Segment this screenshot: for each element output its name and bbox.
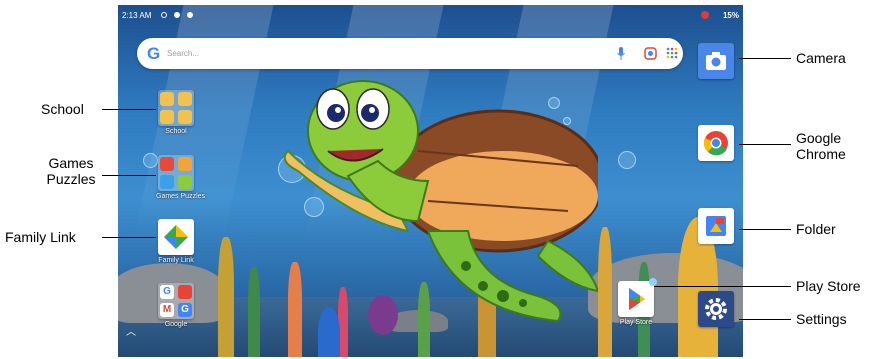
folder-app[interactable] bbox=[696, 208, 736, 244]
folder-icon bbox=[698, 208, 734, 244]
callout-chrome: Google Chrome bbox=[796, 130, 846, 162]
callout-play-store: Play Store bbox=[796, 278, 861, 294]
callout-games-line2: Puzzles bbox=[46, 171, 96, 187]
annotated-screenshot: 2:13 AM 15% G Search... School Games Puz… bbox=[0, 0, 882, 359]
google-folder-icon: G M G bbox=[158, 283, 194, 319]
leader-school bbox=[102, 109, 156, 110]
play-store-app[interactable]: Play Store bbox=[616, 278, 657, 326]
chrome-app[interactable] bbox=[696, 125, 736, 161]
settings-icon bbox=[698, 291, 734, 327]
settings-status-icon bbox=[161, 12, 167, 18]
school-folder-icon bbox=[158, 90, 194, 126]
callout-camera: Camera bbox=[796, 50, 846, 66]
callout-settings: Settings bbox=[796, 311, 847, 327]
google-search-bar[interactable]: G Search... bbox=[137, 38, 683, 69]
callout-family-link: Family Link bbox=[5, 229, 76, 245]
google-logo-icon: G bbox=[147, 44, 161, 63]
games-puzzles-folder[interactable]: Games Puzzles bbox=[156, 155, 206, 200]
battery-level: 15% bbox=[722, 11, 739, 20]
camera-icon bbox=[698, 43, 734, 79]
chrome-icon bbox=[698, 125, 734, 161]
status-time: 2:13 AM bbox=[122, 11, 152, 20]
google-folder[interactable]: G M G Google bbox=[156, 283, 196, 328]
home-screen: 2:13 AM 15% G Search... School Games Puz… bbox=[118, 5, 743, 357]
callout-games-line1: Games bbox=[48, 155, 94, 171]
record-icon bbox=[701, 11, 709, 19]
leader-folder bbox=[739, 229, 791, 230]
callout-folder: Folder bbox=[796, 221, 836, 237]
school-label: School bbox=[165, 128, 187, 135]
camera-app[interactable] bbox=[696, 43, 736, 79]
mic-icon[interactable] bbox=[617, 47, 625, 60]
status-bar: 2:13 AM 15% bbox=[118, 5, 743, 25]
leader-play-store bbox=[654, 286, 791, 287]
leader-settings bbox=[739, 319, 791, 320]
google-label: Google bbox=[164, 321, 188, 328]
notification-dot bbox=[649, 278, 657, 286]
callout-games-puzzles: Games Puzzles bbox=[43, 155, 99, 187]
school-folder[interactable]: School bbox=[156, 90, 196, 135]
apps-grid-icon[interactable] bbox=[666, 47, 678, 59]
family-link-label: Family Link bbox=[158, 257, 194, 264]
cast-icon bbox=[174, 12, 180, 18]
leader-camera bbox=[739, 58, 791, 59]
location-icon bbox=[187, 12, 193, 18]
callout-chrome-line2: Chrome bbox=[796, 146, 846, 162]
family-link-app[interactable]: Family Link bbox=[156, 219, 196, 264]
app-drawer-chevron-icon[interactable]: ︿ bbox=[126, 323, 136, 338]
turtle-illustration bbox=[283, 80, 598, 323]
play-store-label: Play Store bbox=[619, 319, 653, 326]
family-link-icon bbox=[158, 219, 194, 255]
leader-games-puzzles bbox=[102, 175, 156, 176]
callout-chrome-line1: Google bbox=[796, 130, 842, 146]
settings-app[interactable] bbox=[696, 291, 736, 327]
games-puzzles-label: Games Puzzles bbox=[156, 193, 206, 200]
leader-family-link bbox=[102, 237, 156, 238]
leader-chrome bbox=[739, 144, 791, 145]
search-input[interactable]: Search... bbox=[167, 49, 199, 58]
play-store-icon bbox=[618, 278, 657, 317]
games-puzzles-folder-icon bbox=[158, 155, 194, 191]
callout-school: School bbox=[41, 101, 84, 117]
lens-icon[interactable] bbox=[644, 47, 657, 60]
